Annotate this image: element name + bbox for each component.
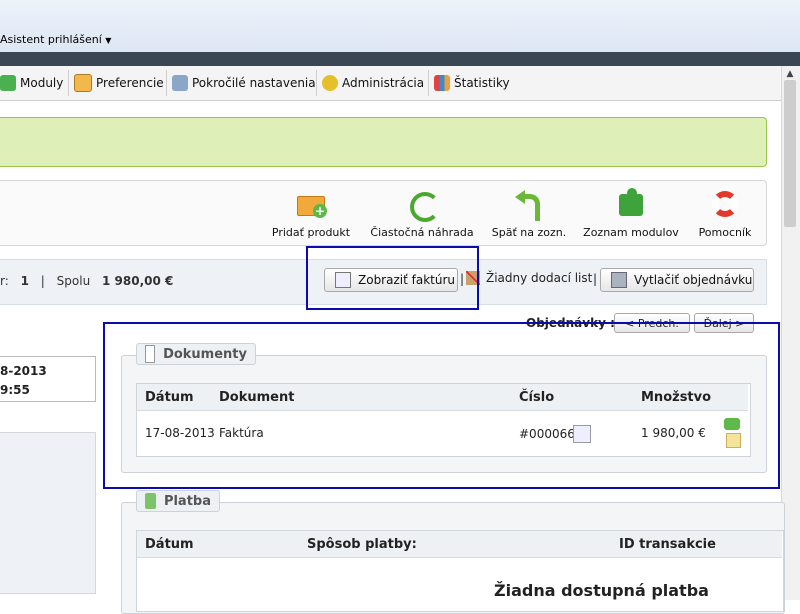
help-label: Pomocník <box>698 226 752 239</box>
key-icon <box>322 75 338 91</box>
menu-item-label: Štatistiky <box>454 76 510 90</box>
back-icon <box>513 188 545 221</box>
highlight-box-invoice <box>306 246 479 310</box>
no-payment-message: Žiadna dostupná platba <box>494 581 709 600</box>
menu-item-label: Preferencie <box>96 76 164 90</box>
help-icon <box>709 188 741 220</box>
menu-item-administration[interactable]: Administrácia <box>322 70 429 96</box>
column-payment-method: Spôsob platby: <box>307 537 417 552</box>
header-band <box>0 52 800 66</box>
modules-list-icon <box>615 188 647 220</box>
payment-legend: Platba <box>136 490 220 512</box>
wrench-icon <box>172 75 188 91</box>
money-icon <box>145 493 156 509</box>
top-bar <box>0 0 800 53</box>
add-product-button[interactable]: + Pridať produkt <box>270 188 352 239</box>
order-summary: r: 1 | Spolu 1 980,00 € <box>0 274 173 288</box>
order-time: 9:55 <box>0 383 30 397</box>
column-date: Dátum <box>145 537 194 552</box>
menu-item-statistics[interactable]: Štatistiky <box>434 70 516 96</box>
total-value: 1 980,00 € <box>102 274 174 288</box>
success-alert <box>0 117 767 167</box>
column-transaction-id: ID transakcie <box>619 537 716 552</box>
separator: | <box>593 272 598 286</box>
customer-box <box>0 432 96 594</box>
login-assistant-menu[interactable]: Asistent prihlášení ▼ <box>0 33 111 46</box>
login-assistant-label: Asistent prihlášení <box>0 33 102 46</box>
menu-item-label: Pokročilé nastavenia <box>192 76 316 90</box>
no-delivery-label: Žiadny dodací list <box>486 271 593 285</box>
print-order-button[interactable]: Vytlačiť objednávku <box>600 268 754 292</box>
no-delivery-slip-link[interactable]: Žiadny dodací list <box>466 271 592 285</box>
separator: | <box>40 274 45 288</box>
menu-item-modules[interactable]: Moduly <box>0 70 69 96</box>
puzzle-icon <box>0 75 16 91</box>
modules-list-label: Zoznam modulov <box>583 226 679 239</box>
total-label: Spolu <box>56 274 91 288</box>
modules-list-button[interactable]: Zoznam modulov <box>580 188 682 239</box>
back-to-list-label: Späť na zozn. <box>491 226 567 239</box>
order-date: 8-2013 <box>0 364 47 378</box>
scrollbar-thumb[interactable] <box>784 80 796 227</box>
print-order-label: Vytlačiť objednávku <box>634 273 753 287</box>
count-label: r: <box>0 274 9 288</box>
menu-item-preferences[interactable]: Preferencie <box>74 70 167 96</box>
refund-icon <box>406 188 440 222</box>
back-to-list-button[interactable]: Späť na zozn. <box>490 188 568 239</box>
chart-icon <box>434 75 450 91</box>
dropdown-arrow-icon: ▼ <box>105 36 112 45</box>
menu-item-label: Administrácia <box>342 76 425 90</box>
menu-item-label: Moduly <box>20 76 64 90</box>
partial-refund-label: Čiastočná náhrada <box>370 226 474 239</box>
printer-icon <box>611 272 627 288</box>
count-value: 1 <box>20 274 29 288</box>
partial-refund-button[interactable]: Čiastočná náhrada <box>366 188 478 239</box>
add-product-icon: + <box>295 188 327 220</box>
payment-title: Platba <box>163 493 211 509</box>
add-product-label: Pridať produkt <box>271 226 351 239</box>
help-button[interactable]: Pomocník <box>692 188 758 239</box>
scroll-up-icon[interactable]: ▲ <box>783 68 797 80</box>
menu-item-advanced-settings[interactable]: Pokročilé nastavenia <box>172 70 317 96</box>
highlight-box-documents <box>103 322 780 489</box>
preferences-icon <box>74 74 92 92</box>
